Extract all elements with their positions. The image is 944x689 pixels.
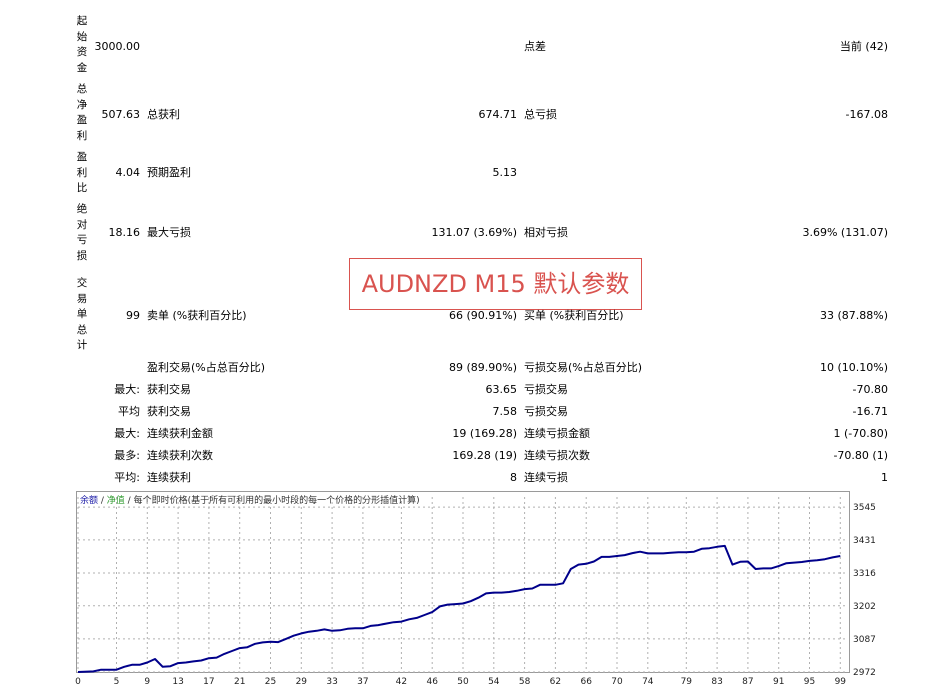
x-tick-label: 37 [357,677,368,687]
x-tick-label: 5 [114,677,120,687]
x-tick-label: 33 [326,677,337,687]
x-tick-label: 29 [296,677,308,687]
x-tick-label: 79 [681,677,693,687]
x-tick-label: 46 [426,677,438,687]
x-tick-label: 42 [396,677,407,687]
x-tick-label: 58 [519,677,531,687]
x-tick-label: 9 [144,677,150,687]
y-tick-label: 3545 [853,503,876,513]
x-tick-label: 62 [550,677,561,687]
x-tick-label: 21 [234,677,245,687]
x-tick-label: 17 [203,677,214,687]
x-tick-label: 13 [172,677,183,687]
y-tick-label: 3202 [853,602,876,612]
x-tick-label: 74 [642,677,654,687]
x-tick-label: 95 [804,677,815,687]
x-tick-label: 50 [457,677,469,687]
x-tick-label: 83 [711,677,722,687]
x-tick-label: 99 [835,677,847,687]
x-tick-label: 66 [580,677,592,687]
y-tick-label: 3087 [853,635,876,645]
x-tick-label: 0 [75,677,81,687]
y-tick-label: 3431 [853,536,876,546]
x-tick-label: 87 [742,677,753,687]
x-tick-label: 91 [773,677,784,687]
y-tick-label: 2972 [853,668,876,678]
balance-series-line [77,544,841,673]
x-tick-label: 54 [488,677,500,687]
balance-chart: 0 5 9 13 17 21 25 29 33 37 42 46 50 54 58 62 66 70 74 79 83 8… [75,497,876,687]
y-tick-label: 3316 [853,569,876,579]
x-tick-label: 70 [611,677,623,687]
x-tick-label: 25 [265,677,276,687]
